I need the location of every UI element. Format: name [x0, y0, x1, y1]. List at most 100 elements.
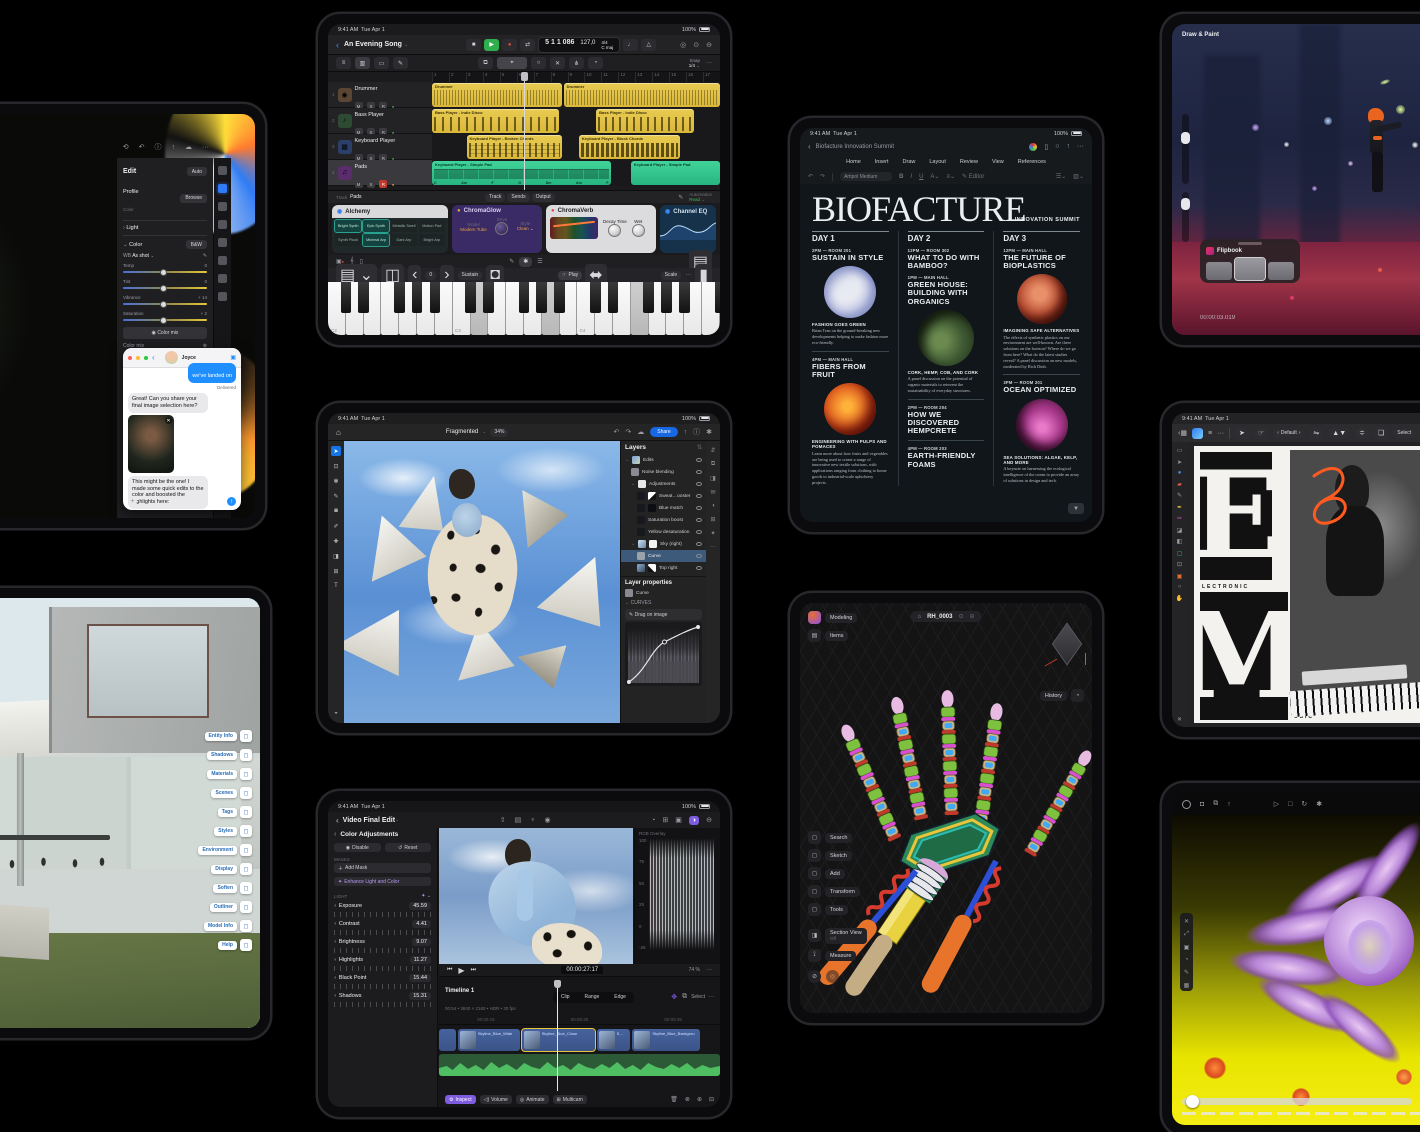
more-icon[interactable]: ··· [1077, 143, 1084, 150]
alchemy-preset[interactable]: Motion Pad [419, 220, 445, 232]
adjustment-icon[interactable]: ◑ [711, 503, 715, 509]
tool-button[interactable]: ◻Add [808, 867, 860, 880]
move-tool-icon[interactable]: ➤ [331, 446, 341, 456]
measure-button[interactable]: ⟟ Measure [808, 949, 867, 962]
image-icon[interactable]: ▣ [1177, 573, 1183, 580]
history-icon[interactable]: ◔ [1071, 689, 1084, 702]
cloud-icon[interactable]: ☁ [637, 428, 644, 436]
timeline-clip[interactable]: Skyline_Blue_Wide [458, 1029, 520, 1051]
brush-tool-icon[interactable]: ▰ [1177, 481, 1182, 488]
record-icon[interactable]: ◉ [545, 816, 551, 824]
underline-icon[interactable]: U [919, 174, 923, 180]
history-icon[interactable] [218, 292, 227, 301]
flipbook-frame[interactable] [1268, 262, 1294, 280]
edit-icon[interactable] [218, 184, 227, 193]
panel-button[interactable]: Tags ◻ [198, 806, 252, 818]
facetime-icon[interactable]: ▣ [230, 354, 236, 361]
record-icon[interactable] [1182, 800, 1191, 809]
panel-button[interactable]: Styles ◻ [198, 825, 252, 837]
pen-tool-icon[interactable]: ✒ [1177, 504, 1182, 511]
panel-icon[interactable]: ◻ [240, 844, 252, 856]
move-tool-icon[interactable]: ➤ [1235, 428, 1249, 439]
close-icon[interactable]: ✕ [1184, 918, 1189, 925]
plugin-chromaverb[interactable]: ● ChromaVerb Decay Time Wet [546, 205, 656, 253]
layer-row[interactable]: Sweat…ooster [621, 490, 706, 502]
viewer-zoom[interactable]: 74 % [689, 967, 700, 973]
collapse-icon[interactable]: ⊖ [706, 41, 712, 49]
drag-on-image-button[interactable]: ✎ Drag on image [625, 609, 702, 620]
wb-value[interactable]: As shot [132, 253, 149, 259]
document-name[interactable]: Fragmented [446, 429, 478, 435]
share-icon[interactable]: ↑ [172, 144, 176, 151]
italic-icon[interactable]: I [910, 174, 912, 180]
timeline-clip[interactable] [439, 1029, 456, 1051]
more-icon[interactable]: ··· [710, 544, 716, 550]
section-view-button[interactable]: ◨ Section ViewOff [808, 928, 867, 944]
ribbon-tab[interactable]: Layout [923, 158, 952, 167]
ribbon-tab[interactable]: References [1012, 158, 1052, 167]
flipbook-frame-current[interactable] [1235, 258, 1265, 280]
tuner-icon[interactable]: ◎ [680, 41, 686, 49]
layer-row[interactable]: ⌄Sky (right) [621, 538, 706, 550]
share-icon[interactable]: ↑ [1067, 143, 1071, 150]
panel-icon[interactable]: ◻ [240, 730, 252, 742]
panel-icon[interactable]: ◻ [240, 882, 252, 894]
insert-icon[interactable]: ⊟ [709, 1096, 714, 1103]
play-icon[interactable]: ▷ [1274, 800, 1279, 808]
text-color-icon[interactable]: A⌄ [930, 173, 939, 180]
flip-v-icon[interactable]: ▲▼ [1328, 428, 1350, 438]
enhance-button[interactable]: ✦ Enhance Light and Color [334, 877, 431, 886]
align-icon[interactable]: ≡⌄ [946, 173, 955, 180]
move-tool-icon[interactable]: ➤ [1177, 459, 1182, 466]
viewer-icon[interactable]: ▣ [675, 816, 682, 824]
node-tool-icon[interactable]: ☞ [1254, 428, 1268, 439]
color-adjust-icon[interactable]: ◑ [689, 816, 699, 825]
region[interactable]: Bass Player - Indie Disco [432, 109, 559, 133]
adjust-slider[interactable]: ◐ Contrast 4.41 [334, 920, 431, 935]
layer-row[interactable]: Noise blending [621, 466, 706, 478]
settings-gear-icon[interactable]: ✱ [706, 428, 712, 436]
sustain-button[interactable]: Sustain [458, 271, 483, 280]
cloud-icon[interactable]: ☁ [185, 143, 192, 151]
project-title[interactable]: An Evening Song [344, 41, 402, 48]
panel-icon[interactable]: ◻ [240, 768, 252, 780]
lock-icon[interactable]: ◘ [1200, 801, 1204, 808]
history-button[interactable]: History [1040, 691, 1067, 701]
settings-gear-icon[interactable]: ✱ [1316, 800, 1322, 808]
next-frame-icon[interactable]: ⏭ [471, 967, 476, 974]
info-icon[interactable]: ⓘ [693, 427, 700, 437]
flip-h-icon[interactable]: ⇋ [1309, 428, 1323, 439]
panel-icon[interactable]: ◻ [240, 863, 252, 875]
browse-button[interactable]: Browse [180, 194, 207, 203]
brush-icon[interactable] [218, 220, 227, 229]
undo-icon[interactable]: ↶ [614, 428, 620, 436]
scale-button[interactable]: Scale [661, 271, 682, 280]
poster-canvas[interactable]: E LECTRONIC M USIC [1194, 446, 1420, 723]
overwrite-icon[interactable]: ⧉ [682, 993, 687, 1001]
play-button[interactable]: ▶ [484, 39, 499, 51]
zoom-icon[interactable]: ○ [1178, 584, 1182, 590]
adjust-slider[interactable]: ◐ Exposure 45.59 [334, 902, 431, 917]
dismiss-keyboard-icon[interactable]: ▼ [1068, 503, 1084, 514]
plugin-chromaglow[interactable]: ● ChromaGlow Model Modern Tube Drive Sty… [452, 205, 542, 253]
slider[interactable]: Vibrance+ 14 [123, 295, 207, 305]
modeling-button[interactable]: Modeling [825, 613, 857, 623]
alchemy-preset[interactable]: Synth Pluck [335, 234, 361, 246]
timeline-playhead[interactable] [557, 985, 558, 1091]
volume-button[interactable]: ◁) Volume [480, 1095, 512, 1104]
disable-button[interactable]: ◉ Disable [334, 843, 381, 852]
photo-attachment[interactable]: ✕ [128, 415, 174, 473]
bw-button[interactable]: B&W [186, 240, 207, 249]
alchemy-preset[interactable]: Metallic Swell [391, 220, 417, 232]
plugin-channeleq[interactable]: ◉ Channel EQ [660, 205, 716, 253]
settings-icon[interactable]: ✱ [519, 257, 532, 267]
redo-icon[interactable]: ↷ [820, 173, 825, 180]
sync-icon[interactable]: ⊙ [958, 613, 963, 620]
home-icon[interactable]: ⌂ [336, 428, 341, 437]
panel-back-icon[interactable]: ‹ [334, 831, 336, 838]
layer-row[interactable]: Blue match [621, 502, 706, 514]
adjust-slider[interactable]: ◐ Shadows 15.31 [334, 992, 431, 1007]
copy-icon[interactable]: ⧉ [478, 57, 493, 69]
layer-row[interactable]: Top right [621, 562, 706, 574]
panel-button[interactable]: Entity Info ◻ [198, 730, 252, 742]
